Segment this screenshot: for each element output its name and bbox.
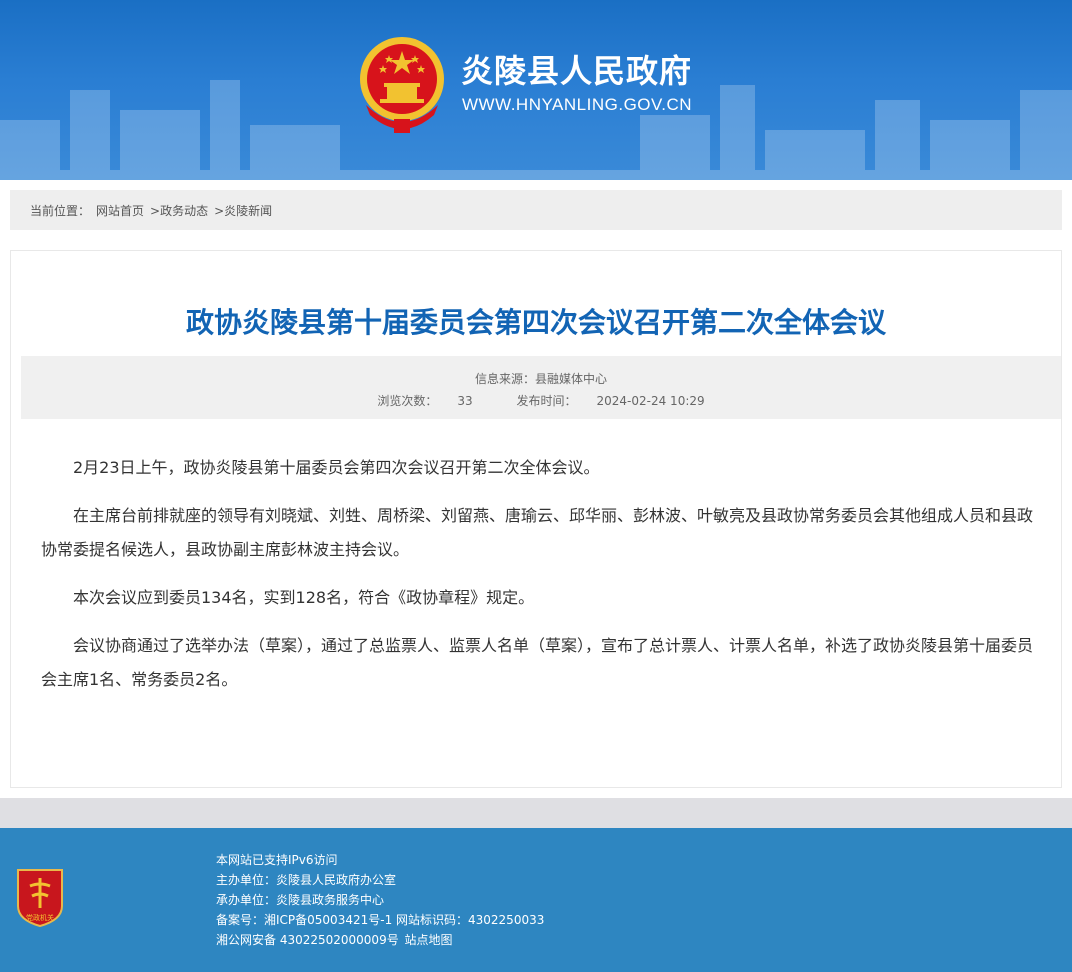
footer-icp[interactable]: 备案号：湘ICP备05003421号-1 网站标识码：4302250033 — [216, 910, 544, 930]
footer-ipv6: 本网站已支持IPv6访问 — [216, 853, 338, 867]
national-emblem-icon — [360, 37, 444, 133]
article-views: 浏览次数： 33 — [377, 394, 473, 408]
party-government-badge-icon[interactable]: 党政机关 — [14, 866, 66, 928]
footer-sponsor: 主办单位：炎陵县人民政府办公室 — [216, 873, 397, 887]
breadcrumb-yanling-news-link[interactable]: >炎陵新闻 — [214, 202, 272, 219]
article-meta: 信息来源：县融媒体中心 浏览次数： 33 发布时间： 2024-02-24 10:2… — [21, 356, 1061, 419]
footer-info: 本网站已支持IPv6访问 主办单位：炎陵县人民政府办公室 承办单位：炎陵县政务服… — [216, 850, 544, 950]
article-published-time: 2024-02-24 10:29 — [596, 394, 705, 408]
breadcrumb: 当前位置： 网站首页 >政务动态 >炎陵新闻 — [10, 190, 1062, 230]
article-views-count: 33 — [457, 394, 473, 408]
party-badge-label: 党政机关 — [26, 913, 54, 922]
article-paragraph: 会议协商通过了选举办法（草案），通过了总监票人、监票人名单（草案），宣布了总计票… — [41, 636, 1034, 689]
footer-divider — [0, 798, 1072, 828]
site-url[interactable]: WWW.HNYANLING.GOV.CN — [462, 95, 692, 115]
article-card: 政协炎陵县第十届委员会第四次会议召开第二次全体会议 信息来源：县融媒体中心 浏览… — [10, 250, 1062, 788]
article-paragraph: 2月23日上午，政协炎陵县第十届委员会第四次会议召开第二次全体会议。 — [73, 458, 600, 477]
article-title: 政协炎陵县第十届委员会第四次会议召开第二次全体会议 — [185, 306, 886, 339]
breadcrumb-home-link[interactable]: 网站首页 — [96, 202, 144, 219]
article-body: 2月23日上午，政协炎陵县第十届委员会第四次会议召开第二次全体会议。 在主席台前… — [41, 451, 1035, 711]
footer-organizer: 承办单位：炎陵县政务服务中心 — [216, 893, 385, 907]
footer-sitemap-link[interactable]: 站点地图 — [405, 933, 453, 947]
article-source: 信息来源：县融媒体中心 — [474, 372, 607, 386]
site-title[interactable]: 炎陵县人民政府 — [461, 46, 692, 92]
breadcrumb-prefix: 当前位置： — [30, 203, 91, 218]
site-header: 炎陵县人民政府 WWW.HNYANLING.GOV.CN — [0, 0, 1072, 180]
article-paragraph: 在主席台前排就座的领导有刘晓斌、刘甡、周桥梁、刘留燕、唐瑜云、邱华丽、彭林波、叶… — [41, 506, 1034, 559]
article-paragraph: 本次会议应到委员134名，实到128名，符合《政协章程》规定。 — [73, 588, 535, 607]
site-footer: 党政机关 本网站已支持IPv6访问 主办单位：炎陵县人民政府办公室 承办单位：炎… — [0, 828, 1072, 972]
article-published: 发布时间： 2024-02-24 10:29 — [516, 394, 705, 408]
footer-police-record-link[interactable]: 湘公网安备 43022502000009号 — [216, 933, 399, 947]
breadcrumb-government-affairs-link[interactable]: >政务动态 — [150, 202, 208, 219]
